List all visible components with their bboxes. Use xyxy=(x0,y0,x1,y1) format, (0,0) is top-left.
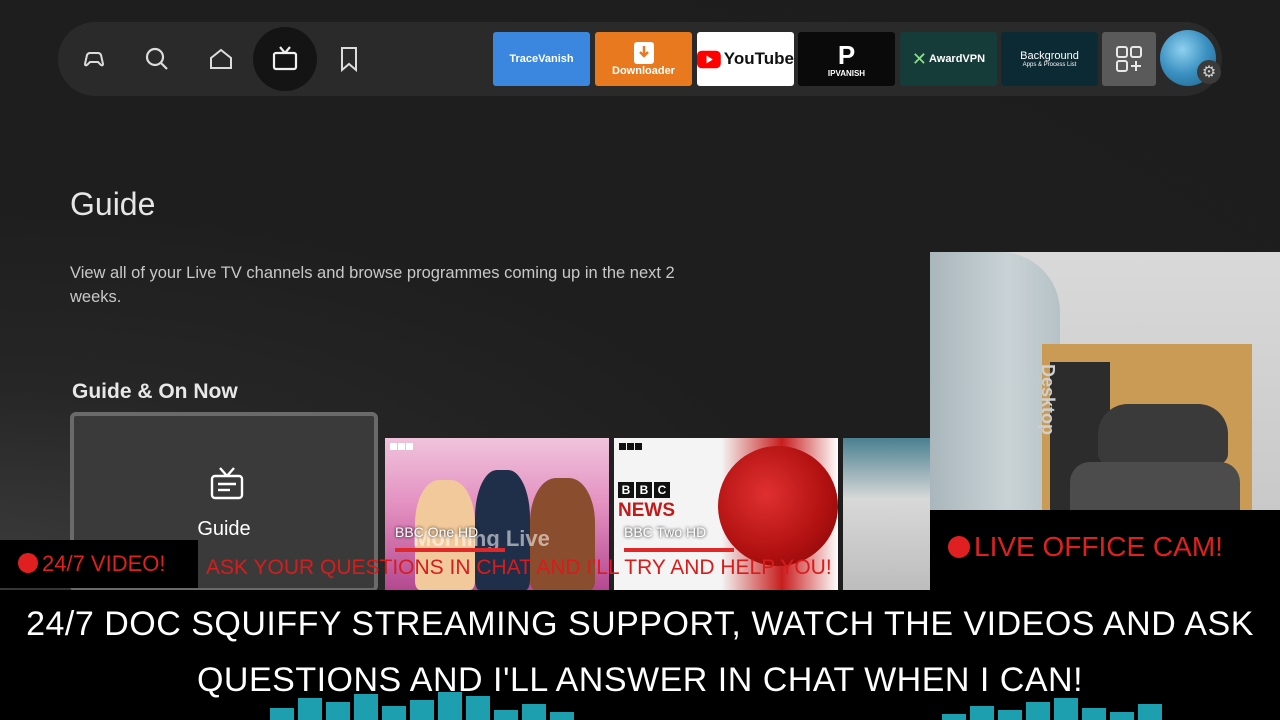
visualizer-bar xyxy=(382,706,406,720)
visualizer-bar xyxy=(270,708,294,720)
app-tile-tracevanish[interactable]: TraceVanish xyxy=(493,32,590,86)
visualizer-bar xyxy=(1026,702,1050,720)
youtube-play-icon xyxy=(697,50,721,68)
visualizer-bar xyxy=(298,698,322,720)
app-tile-label: Downloader xyxy=(612,65,675,77)
bbc-logo-icon xyxy=(619,443,642,450)
home-icon[interactable] xyxy=(189,27,253,91)
visualizer-bar xyxy=(1110,712,1134,720)
visualizer-bar xyxy=(998,710,1022,720)
app-tile-youtube[interactable]: YouTube xyxy=(697,32,794,86)
top-navigation-bar: TraceVanish Downloader YouTube P IPVANIS… xyxy=(58,22,1222,96)
bbc-news-logo: BBC NEWS xyxy=(618,482,675,521)
visualizer-bar xyxy=(326,702,350,720)
box-print-text: Desktop xyxy=(1038,364,1058,436)
channel-card-partial[interactable] xyxy=(843,438,933,590)
video-badge: 24/7 VIDEO! xyxy=(0,540,198,588)
bbc-logo-icon xyxy=(390,443,413,450)
grid-plus-icon xyxy=(1116,46,1142,72)
all-apps-button[interactable] xyxy=(1102,32,1156,86)
app-tile-label: AwardVPN xyxy=(929,53,986,65)
gamepad-icon[interactable] xyxy=(62,27,126,91)
visualizer-bar xyxy=(550,712,574,720)
channel-name: BBC Two HD xyxy=(624,524,707,540)
bookmark-icon[interactable] xyxy=(317,27,381,91)
app-tile-background[interactable]: Background Apps & Process List xyxy=(1001,32,1098,86)
page-description: View all of your Live TV channels and br… xyxy=(70,264,675,306)
visualizer-bar xyxy=(1082,708,1106,720)
visualizer-bar xyxy=(1138,704,1162,720)
visualizer-bar xyxy=(354,694,378,720)
page-title: Guide xyxy=(70,186,156,222)
visualizer-bar xyxy=(410,700,434,720)
app-tile-awardvpn[interactable]: ✕ AwardVPN xyxy=(900,32,997,86)
live-tv-icon xyxy=(210,467,244,500)
red-dot-icon xyxy=(18,553,38,573)
app-tile-sublabel: Apps & Process List xyxy=(1022,62,1077,68)
awardvpn-logo-icon: ✕ xyxy=(911,48,928,69)
visualizer-bar xyxy=(494,710,518,720)
progress-bar xyxy=(624,548,734,552)
ipvanish-logo-icon: P xyxy=(837,39,856,70)
globe-image xyxy=(718,446,838,566)
app-tile-ipvanish[interactable]: P IPVANISH xyxy=(798,32,895,86)
app-tile-label: YouTube xyxy=(723,49,794,68)
chat-ticker: ASK YOUR QUESTIONS IN CHAT AND I'LL TRY … xyxy=(206,556,832,579)
downloader-icon xyxy=(633,42,654,64)
channel-name: BBC One HD xyxy=(395,524,479,540)
row-title: Guide & On Now xyxy=(72,380,238,403)
visualizer-bar xyxy=(1054,698,1078,720)
app-tile-label: TraceVanish xyxy=(509,53,574,65)
search-icon[interactable] xyxy=(125,27,189,91)
app-tile-label: Background xyxy=(1020,50,1079,62)
live-tv-icon[interactable] xyxy=(253,27,317,91)
live-cam-label: LIVE OFFICE CAM! xyxy=(948,531,1223,563)
guide-card-label: Guide xyxy=(197,518,251,540)
visualizer-bar xyxy=(466,696,490,720)
red-dot-icon xyxy=(948,536,970,558)
visualizer-bar xyxy=(942,714,966,720)
app-tile-label: IPVANISH xyxy=(827,68,866,78)
tv-screen: TraceVanish Downloader YouTube P IPVANIS… xyxy=(0,0,1280,590)
webcam-feed: Desktop xyxy=(930,252,1280,510)
settings-gear-icon[interactable]: ⚙ xyxy=(1197,60,1221,84)
visualizer-bar xyxy=(438,692,462,720)
visualizer-bar xyxy=(970,706,994,720)
audio-visualizer xyxy=(270,690,1280,720)
app-tile-downloader[interactable]: Downloader xyxy=(595,32,692,86)
visualizer-bar xyxy=(522,704,546,720)
progress-bar xyxy=(395,548,505,552)
